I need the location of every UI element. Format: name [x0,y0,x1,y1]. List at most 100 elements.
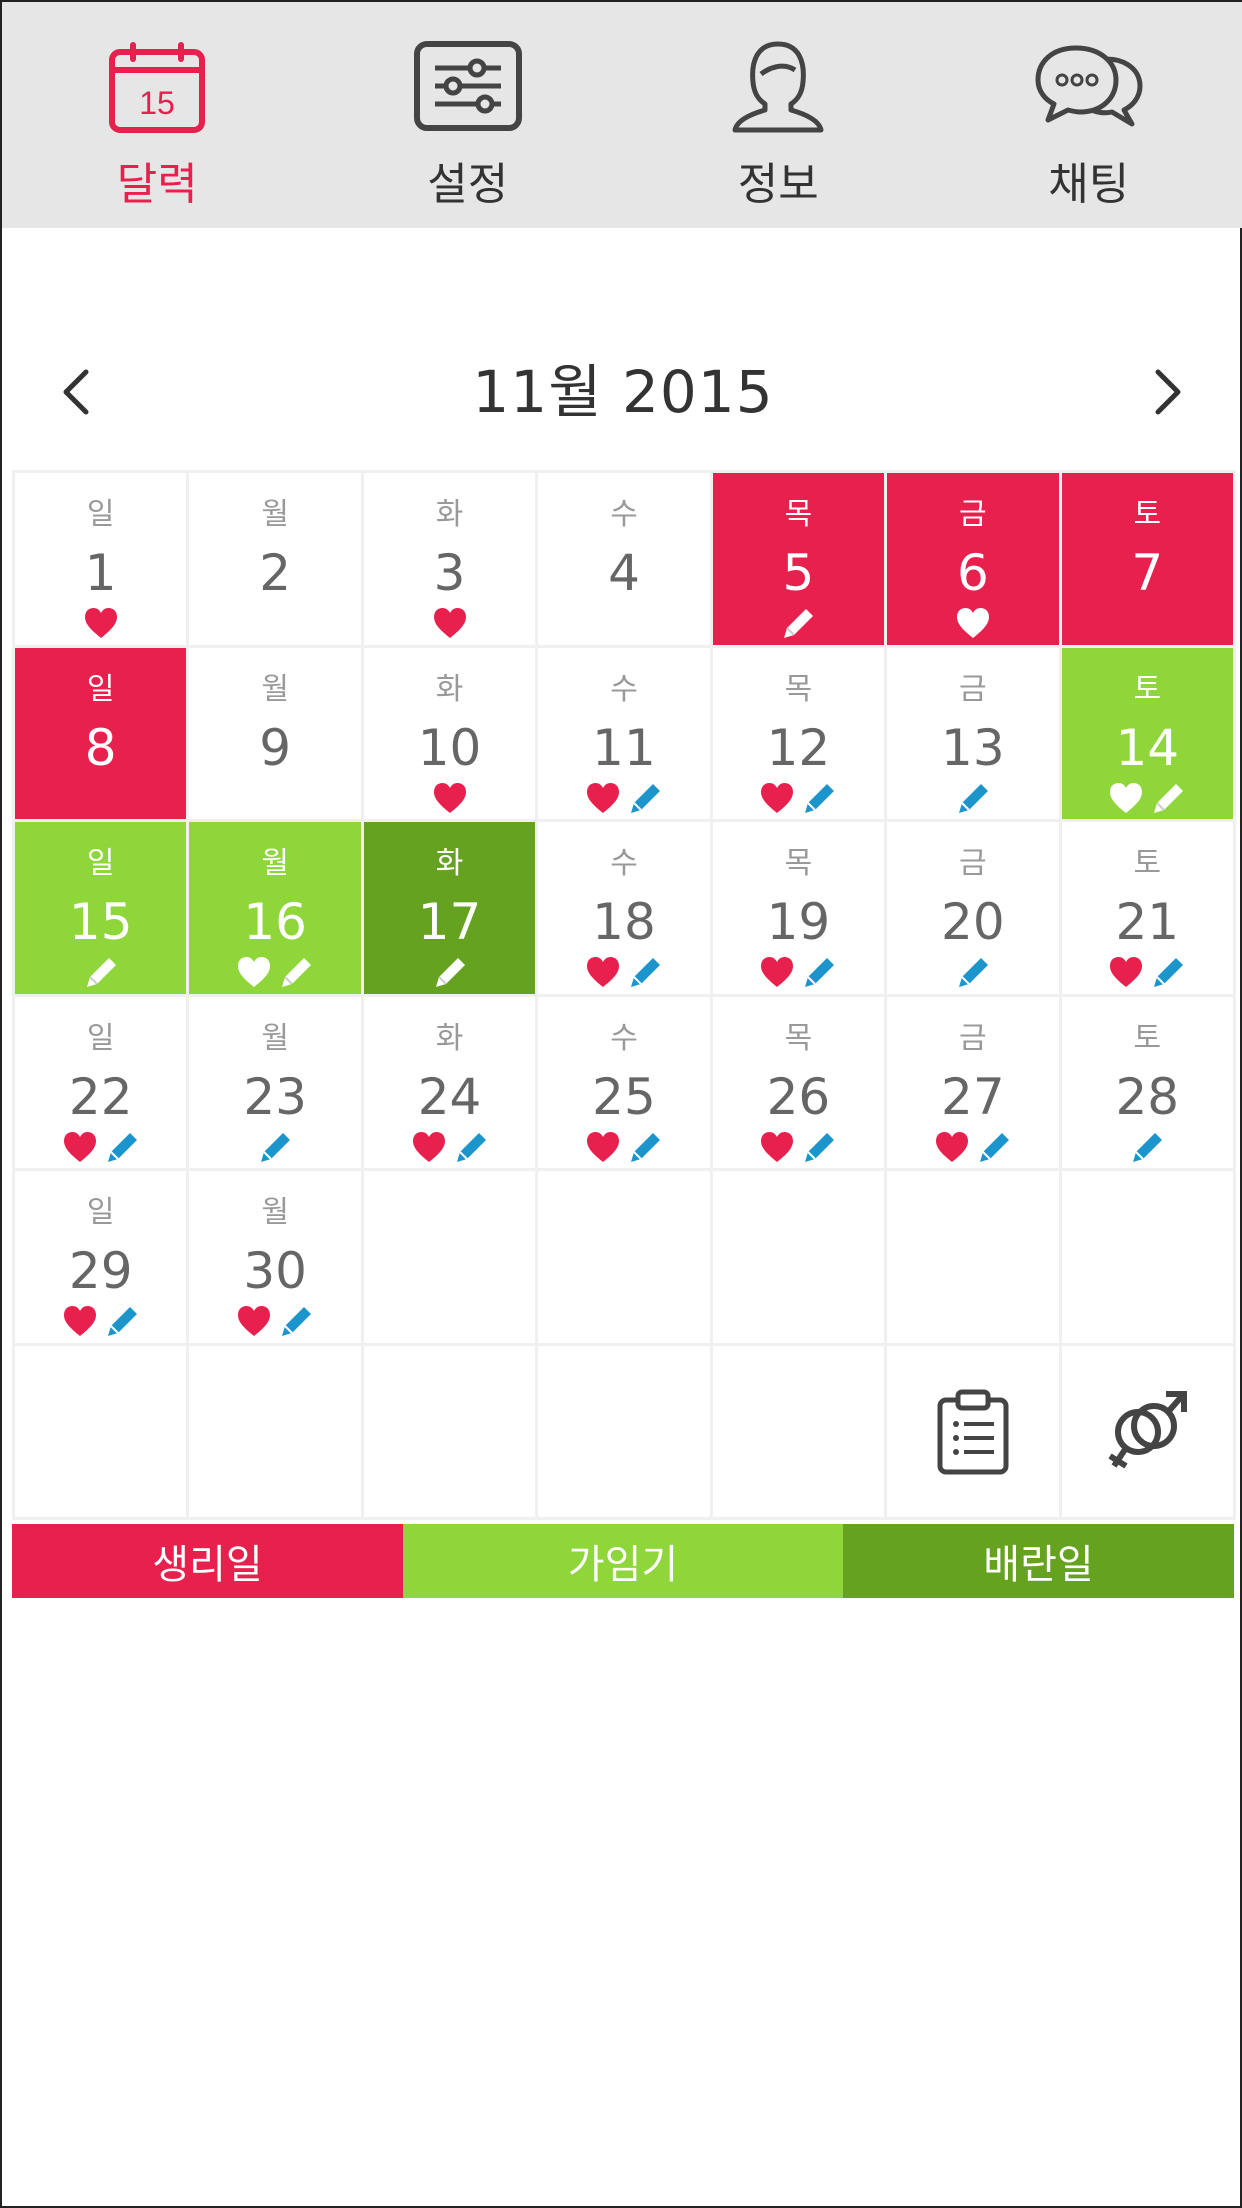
day-cell[interactable]: 금6 [887,473,1059,645]
day-marks [364,605,535,641]
pencil-icon [107,1307,137,1336]
day-marks [538,954,709,990]
empty-cell [363,1171,536,1343]
weekday-label: 토 [1133,497,1162,532]
pencil-icon [282,958,312,987]
tab-info[interactable]: 정보 [623,2,934,228]
weekday-label: 월 [261,1195,289,1230]
day-number: 26 [766,1067,831,1126]
weekday-label: 수 [610,497,638,532]
weekday-label: 일 [86,497,115,532]
day-cell[interactable]: 수 25 [538,996,710,1168]
weekday-label: 화 [435,497,464,532]
pencil-icon [784,609,814,638]
day-number: 5 [782,544,815,602]
day-marks [887,780,1058,816]
weekday-label: 일 [86,1195,115,1230]
day-marks [538,605,709,641]
day-cell[interactable]: 목 19 [712,822,885,994]
day-marks [189,780,360,816]
legend: 생리일 가임기 배란일 [12,1524,1234,1598]
weekday-label: 화 [435,846,464,881]
day-number: 14 [1115,718,1180,777]
pencil-icon [1154,783,1184,813]
weekday-label: 수 [610,1020,638,1056]
empty-cell [1061,1171,1233,1343]
day-cell[interactable]: 금 20 [887,822,1059,994]
day-cell[interactable]: 화3 [363,473,536,645]
day-cell[interactable]: 월9 [189,647,361,819]
clipboard-list-icon [937,1389,1009,1475]
weekday-label: 일 [86,846,115,881]
day-cell[interactable]: 목 26 [712,996,885,1168]
tab-settings[interactable]: 설정 [313,2,624,228]
day-cell[interactable]: 토 21 [1061,822,1233,994]
weekday-label: 일 [86,671,115,707]
day-number: 22 [68,1067,133,1126]
day-number: 3 [433,544,466,602]
day-marks [189,605,360,641]
day-cell[interactable]: 화 24 [363,996,536,1168]
legend-fertile-label: 가임기 [567,1542,679,1588]
day-marks [15,954,186,990]
top-navigation: 15 달력 설정 정보 채팅 [2,2,1242,228]
legend-period: 생리일 [12,1524,403,1598]
weekday-label: 목 [784,497,813,532]
day-marks [713,605,884,641]
day-cell[interactable]: 월 30 [189,1171,361,1343]
day-cell[interactable]: 금 13 [887,647,1059,819]
day-cell[interactable]: 목5 [712,473,885,645]
weekday-label: 금 [959,1020,987,1056]
day-cell[interactable]: 일 15 [15,822,187,994]
gender-symbol-icon [1108,1391,1188,1469]
day-cell[interactable]: 수 18 [538,822,710,994]
day-cell[interactable]: 토7 [1061,473,1233,645]
day-marks [364,1129,535,1165]
weekday-label: 화 [435,671,464,707]
day-cell[interactable]: 수4 [538,473,710,645]
day-number: 11 [592,718,656,777]
day-marks [15,1303,186,1339]
day-cell[interactable]: 일8 [15,647,187,819]
day-number: 13 [941,718,1005,777]
day-cell[interactable]: 목 12 [712,647,885,819]
heart-icon [63,1131,96,1162]
next-month-button[interactable] [1136,362,1196,422]
pencil-icon [979,1132,1009,1162]
calendar-icon-day: 15 [139,85,175,121]
day-cell[interactable]: 월 16 [189,822,361,994]
day-number: 20 [941,893,1005,951]
heart-icon [761,957,794,987]
sliders-icon [413,41,522,131]
day-cell[interactable]: 월 23 [189,996,361,1168]
heart-icon [586,782,619,813]
day-cell[interactable]: 화 17 [363,822,536,994]
day-number: 6 [956,544,989,602]
day-marks [189,1129,360,1165]
day-cell[interactable]: 일 22 [15,996,187,1168]
day-number: 4 [608,544,640,602]
day-cell[interactable]: 일 29 [15,1171,187,1343]
day-number: 2 [259,544,292,602]
day-cell[interactable]: 화 10 [363,647,536,819]
day-cell[interactable]: 월2 [189,473,361,645]
day-cell[interactable]: 일1 [15,473,187,645]
tab-calendar[interactable]: 15 달력 [2,2,313,228]
tab-chat[interactable]: 채팅 [934,2,1242,228]
day-marks [887,954,1058,990]
heart-icon [84,608,117,638]
day-number: 8 [84,718,117,777]
tab-calendar-label: 달력 [116,159,198,210]
gender-button[interactable] [1061,1345,1233,1517]
heart-icon [586,957,619,987]
day-cell[interactable]: 수 11 [538,647,710,819]
month-header: 11월 2015 [2,352,1242,432]
day-cell[interactable]: 토 14 [1061,647,1233,819]
day-marks [189,1303,360,1339]
day-cell[interactable]: 금 27 [887,996,1059,1168]
notes-button[interactable] [887,1345,1059,1517]
weekday-label: 월 [261,497,289,532]
pencil-icon [456,1132,486,1162]
day-cell[interactable]: 토 28 [1061,996,1233,1168]
pencil-icon [630,783,660,813]
